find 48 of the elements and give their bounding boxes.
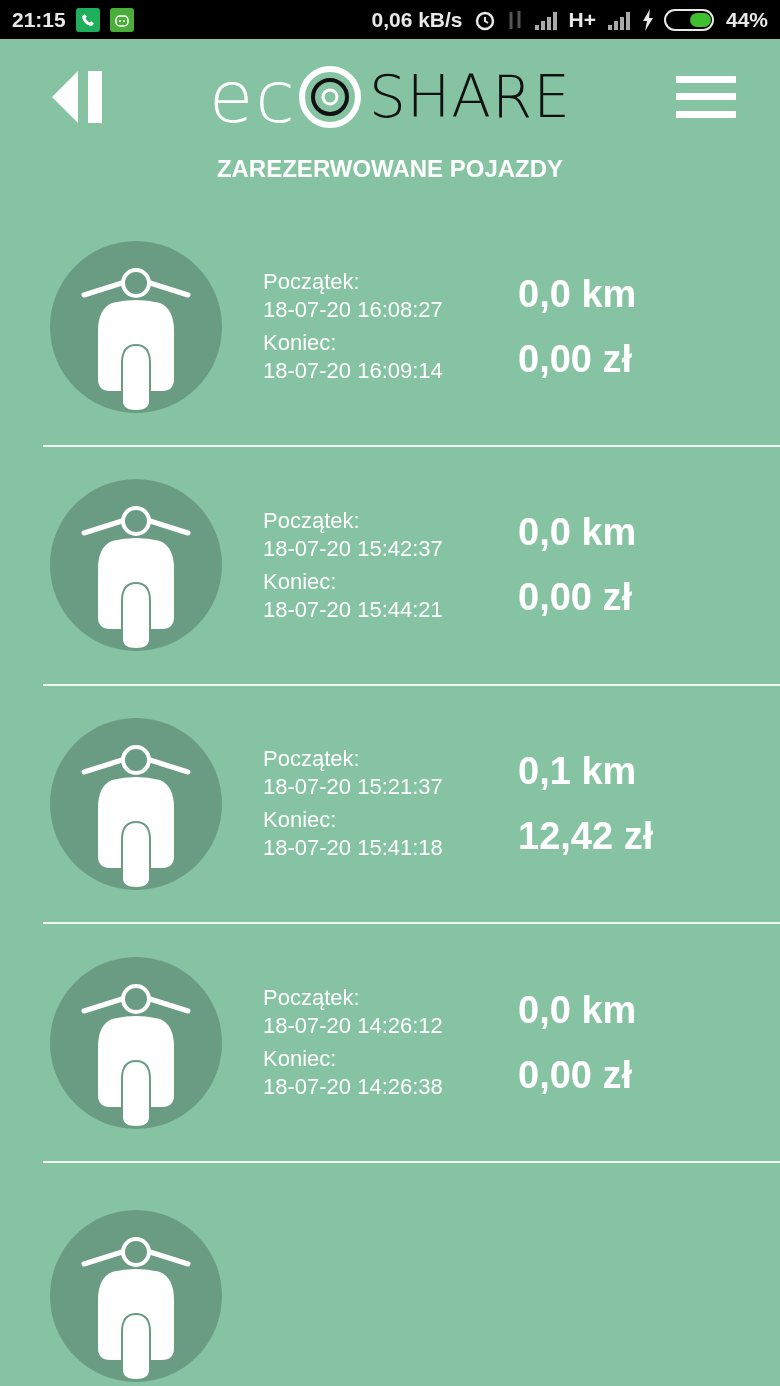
start-time: 18-07-20 15:42:37: [263, 534, 444, 563]
start-time: 18-07-20 14:26:12: [263, 1012, 444, 1041]
scooter-avatar-icon: [50, 956, 222, 1129]
battery-icon: [663, 8, 716, 31]
clock: 21:15: [12, 7, 66, 32]
page-title: ZAREZERWOWANE POJAZDY: [215, 154, 565, 184]
scooter-avatar-icon: [50, 717, 222, 890]
distance: 0,1 km: [518, 749, 638, 793]
start-label: Początek:: [263, 268, 361, 297]
menu-button[interactable]: [676, 76, 736, 118]
signal-icon: [605, 9, 632, 30]
signal-icon: [532, 9, 559, 30]
battery-percent: 44%: [725, 7, 768, 32]
end-label: Koniec:: [263, 806, 338, 835]
start-label: Początek:: [263, 984, 361, 1013]
robot-icon: [109, 7, 134, 32]
cost: 0,00 zł: [518, 337, 634, 381]
cost: 0,00 zł: [518, 576, 634, 620]
phone-icon: [75, 7, 100, 32]
end-label: Koniec:: [263, 1045, 338, 1074]
target-icon: [296, 64, 363, 130]
ride-row[interactable]: Początek: 18-07-20 14:26:12 Koniec: 18-07-20 14:26:38 0,0 km 0,00 zł: [43, 924, 780, 1163]
end-time: 18-07-20 14:26:38: [263, 1073, 444, 1102]
cost: 12,42 zł: [518, 814, 654, 858]
end-time: 18-07-20 16:09:14: [263, 357, 444, 386]
start-label: Początek:: [263, 745, 361, 774]
ride-row[interactable]: Początek: 18-07-20 15:21:37 Koniec: 18-07-20 15:41:18 0,1 km 12,42 zł: [43, 685, 780, 925]
network-speed: 0,06 kB/s: [371, 7, 463, 32]
end-label: Koniec:: [263, 567, 338, 596]
network-type: H+: [568, 7, 596, 32]
charging-icon: [641, 8, 654, 31]
distance: 0,0 km: [518, 272, 637, 316]
scooter-avatar-icon: [50, 240, 222, 413]
end-time: 18-07-20 15:41:18: [263, 834, 444, 863]
end-label: Koniec:: [263, 329, 338, 358]
start-time: 18-07-20 15:21:37: [263, 773, 444, 802]
cost: 0,00 zł: [518, 1053, 634, 1097]
start-time: 18-07-20 16:08:27: [263, 296, 444, 325]
start-label: Początek:: [263, 506, 361, 535]
ride-row[interactable]: Początek: 18-07-20 15:42:37 Koniec: 18-07-20 15:44:21 0,0 km 0,00 zł: [43, 446, 780, 686]
logo: ec SHARE: [209, 61, 571, 133]
distance: 0,0 km: [518, 988, 637, 1032]
scooter-avatar-icon: [50, 1209, 222, 1382]
back-button[interactable]: [52, 69, 104, 125]
scooter-avatar-icon: [50, 479, 222, 652]
distance: 0,0 km: [518, 511, 637, 555]
ride-row[interactable]: Początek: 18-07-20 16:08:27 Koniec: 18-07-20 16:09:14 0,0 km 0,00 zł: [43, 208, 780, 447]
end-time: 18-07-20 15:44:21: [263, 595, 444, 624]
